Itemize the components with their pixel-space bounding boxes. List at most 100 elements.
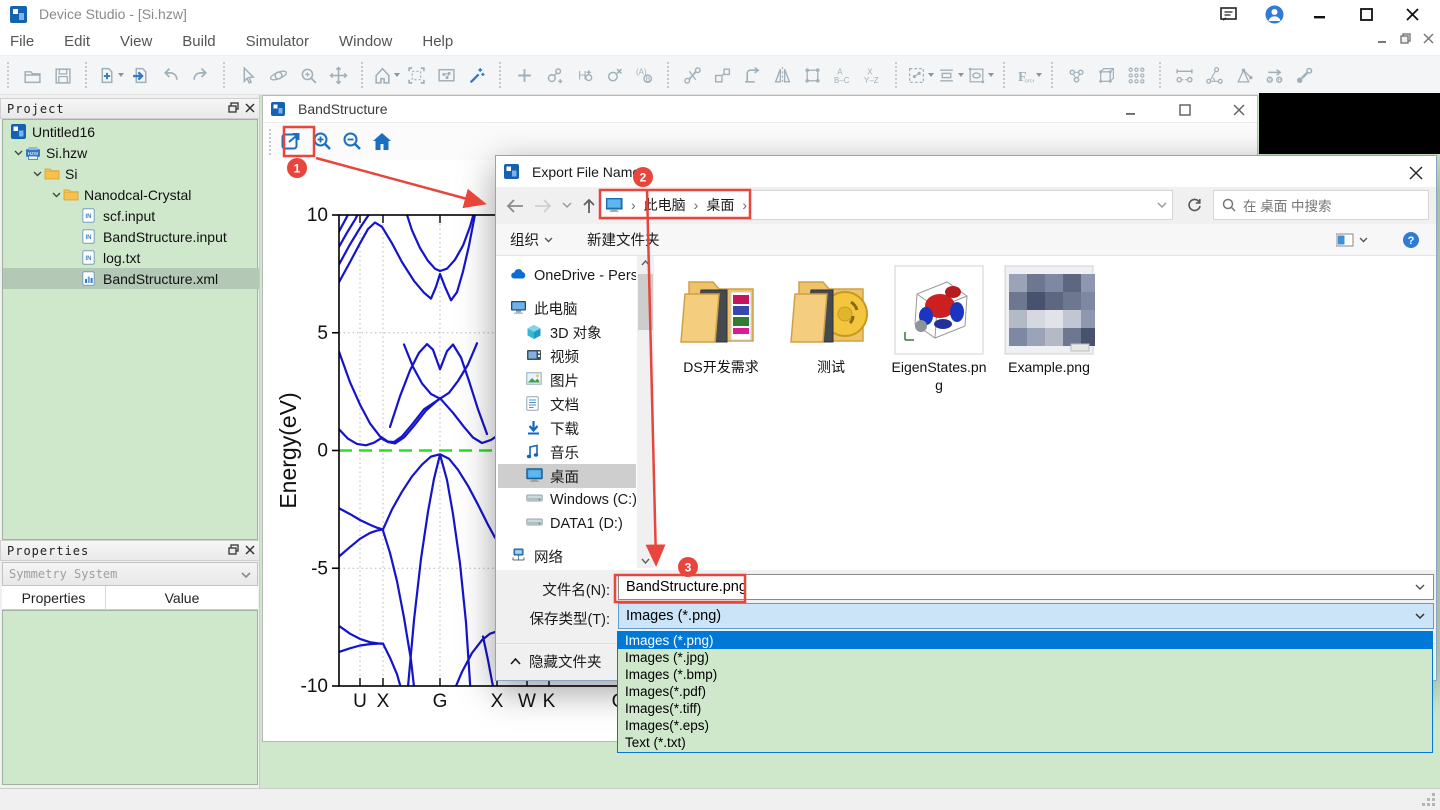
hide-folders-button[interactable]: 隐藏文件夹 <box>510 651 602 672</box>
dropdown-arrow-icon[interactable] <box>118 73 124 77</box>
close-panel-icon[interactable] <box>245 542 255 560</box>
chevron-down-icon[interactable] <box>1415 584 1425 591</box>
magic-wand-button[interactable] <box>463 62 490 89</box>
back-icon[interactable] <box>506 199 524 213</box>
dropdown-arrow-icon[interactable] <box>394 73 400 77</box>
sidebar-item-drive[interactable]: Windows (C:) <box>498 488 636 512</box>
child-maximize-icon[interactable] <box>1175 100 1195 120</box>
new-file-button[interactable] <box>97 62 124 89</box>
mirror-button[interactable] <box>769 62 796 89</box>
savetype-option-4[interactable]: Images(*.pdf) <box>618 683 1432 700</box>
open-folder-button[interactable] <box>19 62 46 89</box>
sidebar-item-documents[interactable]: 文档 <box>498 392 636 416</box>
tree-item-untitled16[interactable]: Untitled16 <box>3 121 259 142</box>
savetype-option-5[interactable]: Images(*.tiff) <box>618 700 1432 717</box>
savetype-select[interactable]: Images (*.png) <box>618 603 1434 629</box>
menu-view[interactable]: View <box>120 33 152 50</box>
measure-dihedral-button[interactable] <box>1231 62 1258 89</box>
tree-item-log-txt[interactable]: INlog.txt <box>3 247 259 268</box>
view-mode-button[interactable] <box>1336 233 1368 247</box>
sidebar-item-desktop[interactable]: 桌面 <box>498 464 636 488</box>
save-button[interactable] <box>49 62 76 89</box>
refresh-icon[interactable] <box>1182 190 1206 220</box>
bandstructure-titlebar[interactable]: BandStructure <box>263 96 1257 123</box>
sidebar-item-drive[interactable]: DATA1 (D:) <box>498 512 636 536</box>
savetype-option-3[interactable]: Images (*.bmp) <box>618 666 1432 683</box>
molecule-button[interactable] <box>1063 62 1090 89</box>
help-button[interactable]: ? <box>1402 231 1420 249</box>
dialog-close-icon[interactable] <box>1406 163 1426 183</box>
breadcrumb[interactable]: › 此电脑 › 桌面 › <box>599 190 1173 220</box>
chevron-down-icon[interactable] <box>1415 613 1425 620</box>
organize-button[interactable]: 组织 <box>510 229 553 250</box>
label-abc-button[interactable]: AB–C <box>829 62 856 89</box>
close-icon[interactable] <box>1402 4 1422 24</box>
sidebar-item-pictures[interactable]: 图片 <box>498 368 636 392</box>
chevron-down-icon[interactable] <box>30 171 44 177</box>
reset-view-button[interactable] <box>367 128 397 156</box>
charge-ab-button[interactable]: (A)B <box>631 62 658 89</box>
close-panel-icon[interactable] <box>245 100 255 118</box>
tree-item-si-hzw[interactable]: HZWSi.hzw <box>3 142 259 163</box>
tree-item-si[interactable]: Si <box>3 163 259 184</box>
sidebar-item-music[interactable]: 音乐 <box>498 440 636 464</box>
menu-simulator[interactable]: Simulator <box>246 33 309 50</box>
presentation-button[interactable] <box>433 62 460 89</box>
crumb-desktop[interactable]: 桌面 <box>706 195 734 215</box>
dialog-titlebar[interactable]: Export File Name <box>496 156 1436 187</box>
tree-item-bandstructure-input[interactable]: INBandStructure.input <box>3 226 259 247</box>
cut-bond-button[interactable] <box>679 62 706 89</box>
scroll-down-icon[interactable] <box>641 558 650 564</box>
menu-help[interactable]: Help <box>422 33 453 50</box>
zoom-in-button[interactable] <box>307 128 337 156</box>
import-button[interactable] <box>127 62 154 89</box>
mdi-restore-icon[interactable] <box>1398 31 1413 46</box>
chat-icon[interactable] <box>1218 4 1238 24</box>
mdi-minimize-icon[interactable] <box>1375 31 1390 46</box>
address-dropdown-icon[interactable] <box>1151 190 1173 220</box>
scrollbar-thumb[interactable] <box>638 274 653 330</box>
vector-ab-button[interactable]: AB <box>1261 62 1288 89</box>
measure-distance-button[interactable] <box>1171 62 1198 89</box>
chevron-down-icon[interactable] <box>49 192 63 198</box>
sidebar-item-network[interactable]: 网络 <box>498 544 636 568</box>
sidebar-item-objects3d[interactable]: 3D 对象 <box>498 320 636 344</box>
sidebar-item-onedrive[interactable]: OneDrive - Pers <box>498 264 636 288</box>
redo-button[interactable] <box>187 62 214 89</box>
savetype-option-1[interactable]: Images (*.png) <box>618 632 1432 649</box>
delete-atom-button[interactable] <box>601 62 628 89</box>
select-cursor-button[interactable] <box>235 62 262 89</box>
file-tile-4[interactable]: Example.png <box>999 264 1099 376</box>
symmetry-system-select[interactable]: Symmetry System <box>2 562 258 586</box>
zoom-out-button[interactable] <box>337 128 367 156</box>
dropdown-arrow-icon[interactable] <box>958 73 964 77</box>
recent-locations-icon[interactable] <box>562 202 572 209</box>
orbit-rotate-button[interactable] <box>265 62 292 89</box>
tree-item-nanodcal-crystal[interactable]: Nanodcal-Crystal <box>3 184 259 205</box>
tree-item-scf-input[interactable]: INscf.input <box>3 205 259 226</box>
add-hydrogen-button[interactable]: H <box>571 62 598 89</box>
up-icon[interactable] <box>582 198 596 214</box>
child-minimize-icon[interactable] <box>1121 100 1141 120</box>
sidebar-item-videos[interactable]: 视频 <box>498 344 636 368</box>
pan-move-button[interactable] <box>325 62 352 89</box>
supercell-button[interactable] <box>1123 62 1150 89</box>
menu-build[interactable]: Build <box>182 33 215 50</box>
sidebar-item-this-pc[interactable]: 此电脑 <box>498 296 636 320</box>
home-menu-button[interactable] <box>373 62 400 89</box>
filename-input[interactable]: BandStructure.png <box>618 574 1434 600</box>
menu-file[interactable]: File <box>10 33 34 50</box>
file-tile-2[interactable]: 测试 <box>781 264 881 376</box>
new-folder-button[interactable]: 新建文件夹 <box>587 229 660 250</box>
bond-tool-button[interactable] <box>1291 62 1318 89</box>
mdi-close-icon[interactable] <box>1421 31 1436 46</box>
child-close-icon[interactable] <box>1229 100 1249 120</box>
resize-grip[interactable] <box>1422 793 1436 807</box>
float-panel-icon[interactable] <box>228 542 239 560</box>
file-tile-3[interactable]: EigenStates.png <box>889 264 989 394</box>
fragment-button[interactable] <box>709 62 736 89</box>
export-image-button[interactable] <box>277 128 307 156</box>
chevron-down-icon[interactable] <box>11 150 25 156</box>
fit-frame-button[interactable] <box>403 62 430 89</box>
tree-item-bandstructure-xml[interactable]: BandStructure.xml <box>3 268 259 289</box>
